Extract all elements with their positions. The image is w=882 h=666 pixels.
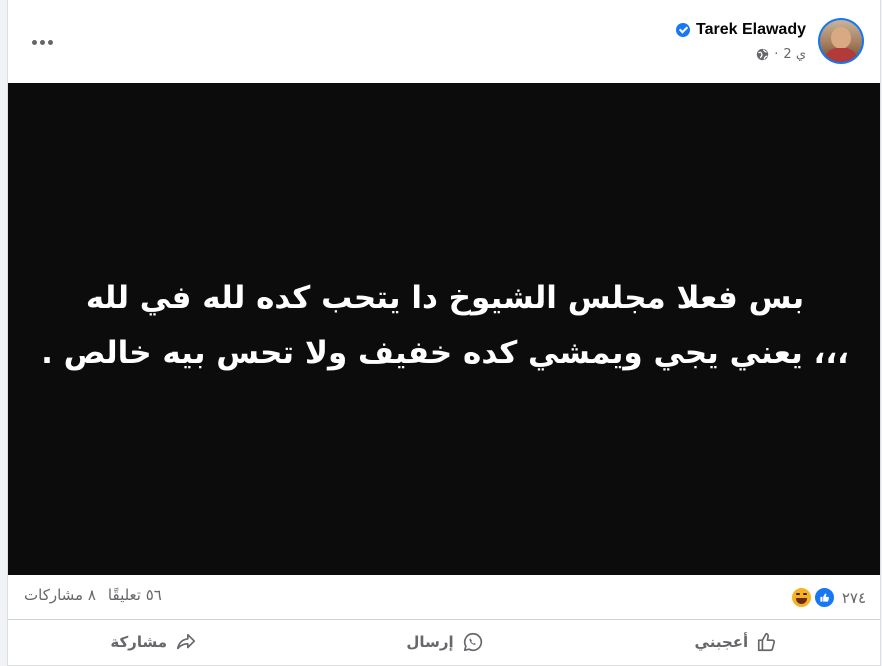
- post-image[interactable]: بس فعلا مجلس الشيوخ دا يتحب كده لله في ل…: [8, 83, 880, 575]
- like-label: أعجبني: [694, 633, 749, 651]
- author-name[interactable]: Tarek Elawady: [696, 21, 806, 39]
- more-options-icon[interactable]: [32, 38, 58, 46]
- reaction-count: ٢٧٤: [841, 588, 866, 607]
- reactions-summary[interactable]: ٢٧٤: [789, 586, 866, 609]
- post-image-text: بس فعلا مجلس الشيوخ دا يتحب كده لله في ل…: [35, 271, 855, 381]
- verified-badge-icon: [676, 23, 691, 37]
- send-button[interactable]: إرسال: [299, 622, 590, 662]
- share-arrow-icon: [176, 633, 196, 650]
- like-reaction-icon: [812, 586, 836, 609]
- avatar-photo: [820, 20, 862, 62]
- post-card: Tarek Elawady · 2 ي بس فعلا مجلس الشيوخ …: [7, 0, 881, 666]
- post-text-line-2: ،،، يعني يجي ويمشي كده خفيف ولا تحس بيه …: [41, 335, 849, 371]
- haha-reaction-icon: [789, 586, 813, 609]
- thumbs-up-icon: [758, 632, 776, 652]
- comments-count[interactable]: ٥٦ تعليقًا: [108, 586, 162, 604]
- engagement-counts: ٥٦ تعليقًا ٨ مشاركات: [24, 586, 162, 604]
- shares-count[interactable]: ٨ مشاركات: [24, 586, 96, 604]
- post-stats: ٢٧٤ ٥٦ تعليقًا ٨ مشاركات: [8, 576, 880, 620]
- avatar[interactable]: [818, 18, 864, 64]
- whatsapp-icon: [463, 632, 482, 652]
- post-text-line-1: بس فعلا مجلس الشيوخ دا يتحب كده لله في ل…: [85, 280, 805, 316]
- author-row: Tarek Elawady: [676, 21, 806, 39]
- post-timestamp[interactable]: 2 ي: [783, 47, 806, 62]
- share-button[interactable]: مشاركة: [8, 622, 299, 662]
- globe-icon[interactable]: [756, 48, 769, 61]
- post-meta: · 2 ي: [756, 47, 806, 62]
- share-label: مشاركة: [110, 633, 167, 651]
- meta-separator: ·: [774, 47, 779, 62]
- send-label: إرسال: [406, 633, 454, 651]
- like-button[interactable]: أعجبني: [591, 622, 880, 662]
- post-actions: أعجبني إرسال مشاركة: [8, 622, 880, 662]
